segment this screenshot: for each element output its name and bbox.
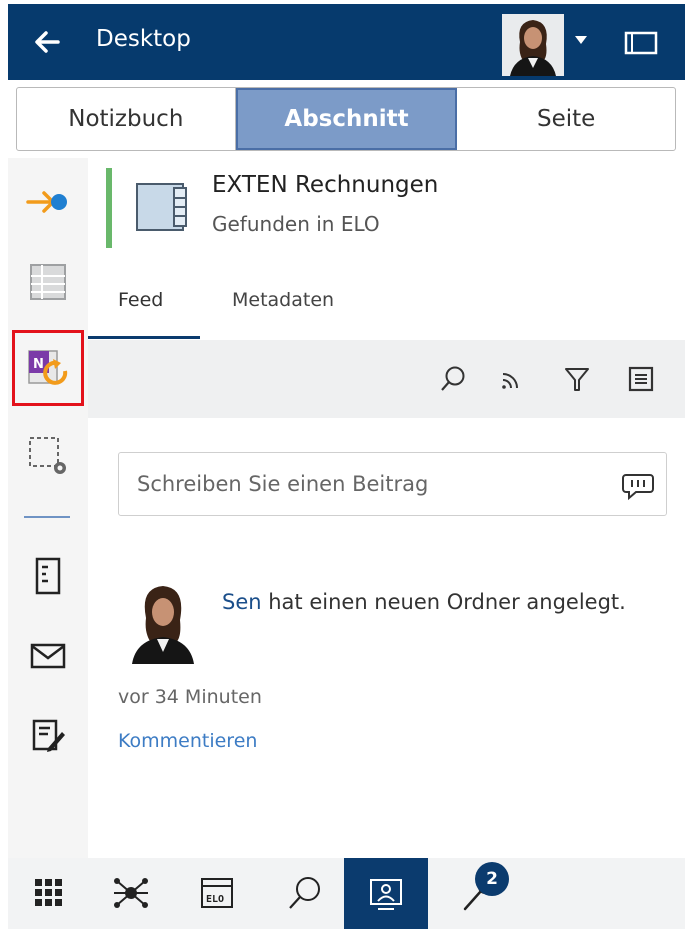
status-accent-bar xyxy=(106,168,112,248)
folder-register-icon xyxy=(136,183,187,231)
feed-user-link[interactable]: Sen xyxy=(222,590,262,614)
tab-metadaten[interactable]: Metadaten xyxy=(232,289,334,311)
rss-icon xyxy=(502,373,518,389)
elo-button[interactable]: ELO xyxy=(186,862,248,924)
rss-button[interactable] xyxy=(492,360,530,398)
feed-timestamp: vor 34 Minuten xyxy=(118,686,262,708)
desktop-user-icon xyxy=(370,878,402,910)
avatar xyxy=(502,14,564,76)
rail-item-onenote[interactable]: N xyxy=(12,330,84,406)
post-composer xyxy=(118,452,667,516)
filter-icon xyxy=(565,368,589,391)
user-avatar-button[interactable] xyxy=(502,14,564,76)
segment-control: Notizbuch Abschnitt Seite xyxy=(16,87,676,151)
filter-button[interactable] xyxy=(558,360,596,398)
rail-item-edit[interactable] xyxy=(20,708,76,764)
document-title: EXTEN Rechnungen xyxy=(212,172,439,198)
speech-bubble-icon[interactable] xyxy=(620,467,656,503)
list-view-icon xyxy=(30,264,66,300)
search-nav-button[interactable] xyxy=(274,862,336,924)
search-icon xyxy=(441,366,465,391)
edit-note-icon xyxy=(32,719,65,752)
elo-icon-label: ELO xyxy=(206,894,224,905)
document-subtitle: Gefunden in ELO xyxy=(212,212,380,236)
feed-toolbar xyxy=(88,340,685,418)
arrow-left-icon xyxy=(35,31,60,53)
desktop-button[interactable] xyxy=(344,858,428,929)
app-header: Desktop xyxy=(8,0,685,80)
login-arrow-icon xyxy=(26,191,67,213)
bottom-nav: ELO 2 xyxy=(8,858,685,929)
selection-settings-icon xyxy=(29,437,66,474)
search-button[interactable] xyxy=(434,360,472,398)
svg-text:N: N xyxy=(33,357,44,372)
feed-action: hat einen neuen Ordner angelegt. xyxy=(268,590,626,614)
feed-entry-text: Sen hat einen neuen Ordner angelegt. xyxy=(212,584,652,620)
window-button[interactable] xyxy=(622,28,660,58)
rail-item-mail[interactable] xyxy=(20,628,76,684)
main-content: EXTEN Rechnungen Gefunden in ELO Feed Me… xyxy=(88,152,685,858)
onenote-sync-icon: N xyxy=(28,350,68,385)
network-button[interactable] xyxy=(100,862,162,924)
document-icon xyxy=(35,557,61,595)
rail-item-list[interactable] xyxy=(20,254,76,310)
window-icon xyxy=(624,31,658,55)
comment-link[interactable]: Kommentieren xyxy=(118,730,257,752)
elo-icon: ELO xyxy=(201,878,233,908)
notification-badge: 2 xyxy=(475,862,509,896)
apps-grid-icon xyxy=(35,879,62,906)
mail-icon xyxy=(30,643,66,669)
avatar xyxy=(126,582,200,664)
post-input[interactable] xyxy=(137,467,597,501)
segment-seite[interactable]: Seite xyxy=(457,88,675,150)
rail-item-login[interactable] xyxy=(20,174,76,230)
rail-item-document[interactable] xyxy=(20,548,76,604)
page-title: Desktop xyxy=(96,26,191,52)
back-button[interactable] xyxy=(28,22,68,62)
left-rail: N xyxy=(8,158,88,858)
search-icon xyxy=(289,877,320,909)
tab-feed[interactable]: Feed xyxy=(118,289,163,311)
network-icon xyxy=(114,878,148,908)
menu-icon xyxy=(628,366,654,392)
segment-notizbuch[interactable]: Notizbuch xyxy=(17,88,236,150)
active-tab-indicator xyxy=(88,336,200,339)
rail-item-selection[interactable] xyxy=(20,428,76,484)
apps-button[interactable] xyxy=(18,862,80,924)
segment-abschnitt[interactable]: Abschnitt xyxy=(235,88,458,150)
chevron-down-icon[interactable] xyxy=(574,34,588,46)
rail-divider xyxy=(24,516,70,518)
menu-button[interactable] xyxy=(622,360,660,398)
